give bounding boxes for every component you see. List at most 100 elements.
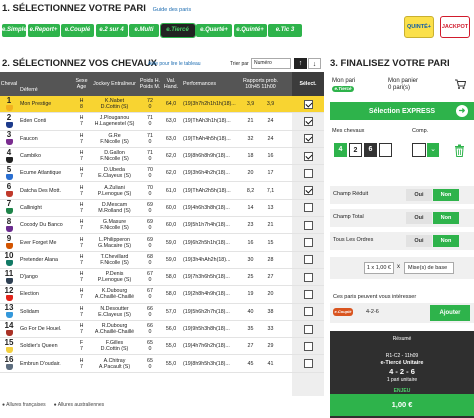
table-row[interactable]: 3 Faucon H 7 G.Re F.Nicolle (S) 71 0 63,0 (19)ThA…: [0, 131, 324, 148]
table-row[interactable]: 10 Pretender Alana H 7 T.Chevillard F.Nicolle…: [0, 252, 324, 269]
horse-performances: (19)3h4hAh2h(18)...: [183, 256, 231, 263]
bet-tab-e-tic-3[interactable]: e.Tic 3: [268, 24, 302, 37]
horse-name[interactable]: Callinight: [18, 200, 72, 216]
bet-tab-e-quart-[interactable]: e.Quarté+: [196, 24, 232, 37]
table-row[interactable]: 8 Cocody Du Banco H 7 G.Masure F.Nicolle (S) 6…: [0, 217, 324, 235]
selected-horse-box[interactable]: [379, 143, 392, 157]
quinte-logo[interactable]: QUINTÉ+: [404, 16, 434, 38]
selected-horse-box[interactable]: 2: [349, 143, 362, 157]
horse-name[interactable]: Election: [18, 286, 72, 302]
option-non-button[interactable]: Non: [433, 212, 459, 224]
horse-number-cell: 3: [0, 131, 18, 147]
header-sexe-age[interactable]: Sexe Age: [73, 72, 90, 96]
sort-ascending-icon[interactable]: ↑: [294, 58, 307, 69]
table-row[interactable]: 9 Ever Forget Me H 7 L.Philipperon G.Macaire …: [0, 234, 324, 252]
horse-select-checkbox[interactable]: [303, 359, 313, 369]
option-oui-button[interactable]: Oui: [406, 212, 432, 224]
trash-icon[interactable]: [454, 144, 465, 157]
option-non-button[interactable]: Non: [433, 235, 459, 247]
horse-name[interactable]: D'jango: [18, 269, 72, 285]
header-performances[interactable]: Performances: [181, 72, 240, 96]
horse-select-checkbox[interactable]: [303, 341, 313, 351]
horse-select-checkbox[interactable]: [303, 203, 313, 213]
option-oui-button[interactable]: Oui: [406, 189, 432, 201]
horse-name[interactable]: Soldier's Queen: [18, 338, 72, 354]
table-row[interactable]: 4 Cambiko H 7 D.Gallon F.Nicolle (S) 71 0 62,0 (1…: [0, 148, 324, 166]
add-bet-button[interactable]: Ajouter: [430, 305, 470, 321]
horse-select-checkbox[interactable]: [303, 116, 313, 126]
horse-name[interactable]: Ever Forget Me: [18, 234, 72, 250]
bet-tab-e-quint-[interactable]: e.Quinté+: [233, 24, 267, 37]
table-row[interactable]: 5 Ecume Atlantique H 7 D.Ubeda E.Clayeux (S) 7…: [0, 165, 324, 183]
horse-select-checkbox[interactable]: [303, 134, 313, 144]
horse-select-checkbox[interactable]: [303, 99, 313, 109]
horse-name[interactable]: Datcha Des Mott.: [18, 183, 72, 199]
option-oui-button[interactable]: Oui: [406, 235, 432, 247]
sort-descending-icon[interactable]: ↓: [308, 58, 321, 69]
table-row[interactable]: 1 Mon Prestige H 8 K.Nabet D.Cottin (S) 72 0 64,…: [0, 96, 324, 114]
header-rapports[interactable]: Rapports prob. 10h45 11h00: [241, 72, 280, 96]
table-row[interactable]: 6 Datcha Des Mott. H 7 A.Zuliani P.Lenogue (S…: [0, 183, 324, 200]
guide-link[interactable]: Guide des paris: [153, 7, 192, 13]
bet-tab-e-2-sur-4[interactable]: e.2 sur 4: [95, 24, 128, 37]
horse-name[interactable]: Solidam: [18, 304, 72, 320]
table-row[interactable]: 2 Eden Conti H 7 J.Plouganou H.Lagenestel (S)…: [0, 113, 324, 131]
horse-select-checkbox[interactable]: [303, 289, 313, 299]
bet-tab-e-multi[interactable]: e.Multi: [129, 24, 159, 37]
horse-name[interactable]: Ecume Atlantique: [18, 165, 72, 181]
resume-total-button[interactable]: 1,00 €: [330, 394, 474, 416]
table-row[interactable]: 7 Callinight H 7 D.Mescam M.Rolland (S) 69 0 60,…: [0, 200, 324, 218]
bet-tab-e-simple[interactable]: e.Simple: [2, 24, 26, 37]
horse-name[interactable]: Go For De Houel.: [18, 321, 72, 337]
selected-horse-box[interactable]: 4: [334, 143, 347, 157]
jackpot-logo[interactable]: JACKPOT: [440, 16, 470, 38]
horse-select-checkbox[interactable]: [303, 220, 313, 230]
table-row[interactable]: 13 Solidam H 7 N.Desoutter E.Clayeux (S) 66 0 57…: [0, 304, 324, 321]
header-jockey[interactable]: Jockey Entraîneur: [91, 72, 138, 96]
table-row[interactable]: 14 Go For De Houel. H 7 R.Dubourg A.Chaillé-C…: [0, 321, 324, 339]
header-cheval[interactable]: Cheval: [0, 72, 18, 96]
horse-name[interactable]: Cocody Du Banco: [18, 217, 72, 233]
horse-name[interactable]: Cambiko: [18, 148, 72, 164]
horse-name[interactable]: Embrun D'oudair.: [18, 356, 72, 372]
bet-tab-e-report-[interactable]: e.Report+: [27, 24, 60, 37]
resume-race: R1-C2 - 11h09: [385, 353, 419, 359]
table-row[interactable]: 11 D'jango H 7 P.Denis P.Lenogue (S) 67 0 58,0 (1…: [0, 269, 324, 287]
horse-select-checkbox[interactable]: [303, 272, 313, 282]
horse-select-checkbox[interactable]: [303, 238, 313, 248]
mise-select[interactable]: Mise(s) de base: [404, 262, 454, 274]
horse-name[interactable]: Pretender Alana: [18, 252, 72, 268]
horse-name[interactable]: Mon Prestige: [18, 96, 72, 112]
table-row[interactable]: 12 Election H 7 K.Dubourg A.Chaillé-Chaillé 67…: [0, 286, 324, 304]
selected-horse-box[interactable]: 6: [364, 143, 377, 157]
bet-tab-e-coupl-[interactable]: e.Couplé: [61, 24, 94, 37]
header-val-hand[interactable]: Val. Hand.: [162, 72, 180, 96]
header-poids[interactable]: Poids H. Poids M.: [139, 72, 161, 96]
complement-input[interactable]: [412, 143, 426, 157]
horse-name[interactable]: Faucon: [18, 131, 72, 147]
mon-panier[interactable]: Mon panier 0 pari(s): [388, 78, 418, 92]
sort-select[interactable]: Numéro: [251, 58, 291, 69]
horse-rapport-1100: 29: [267, 343, 274, 350]
bet-tab-e-tierc-[interactable]: e.Tiercé: [159, 23, 196, 38]
horse-select-checkbox[interactable]: [303, 151, 313, 161]
express-selection-button[interactable]: Sélection EXPRESS ➜: [330, 102, 474, 120]
horse-select-checkbox[interactable]: [303, 255, 313, 265]
table-row[interactable]: 15 Soldier's Queen F 7 F.Gilles D.Cottin (S) 6…: [0, 338, 324, 356]
horse-select-checkbox[interactable]: [303, 186, 313, 196]
horse-select-checkbox[interactable]: [303, 324, 313, 334]
horse-select-checkbox[interactable]: [303, 307, 313, 317]
horse-name[interactable]: Eden Conti: [18, 113, 72, 129]
option-non-button[interactable]: Non: [433, 189, 459, 201]
complement-dropdown-icon[interactable]: ⌄: [427, 143, 439, 157]
horse-val-hand: 59,0: [165, 256, 177, 263]
horse-select-cell: [292, 234, 324, 250]
section2-title: 2. SÉLECTIONNEZ VOS CHEVAUX: [2, 58, 158, 69]
mise-value-input[interactable]: 1 x 1,00 €: [364, 262, 394, 274]
horse-sex-age: H7: [73, 269, 90, 285]
table-row[interactable]: 16 Embrun D'oudair. H 7 A.Chitray A.Pacault (…: [0, 356, 324, 373]
horse-select-checkbox[interactable]: [303, 168, 313, 178]
cart-icon[interactable]: [454, 78, 466, 90]
horse-number-cell: 9: [0, 234, 18, 250]
help-table-link[interactable]: Aide pour lire le tableau: [148, 61, 201, 67]
